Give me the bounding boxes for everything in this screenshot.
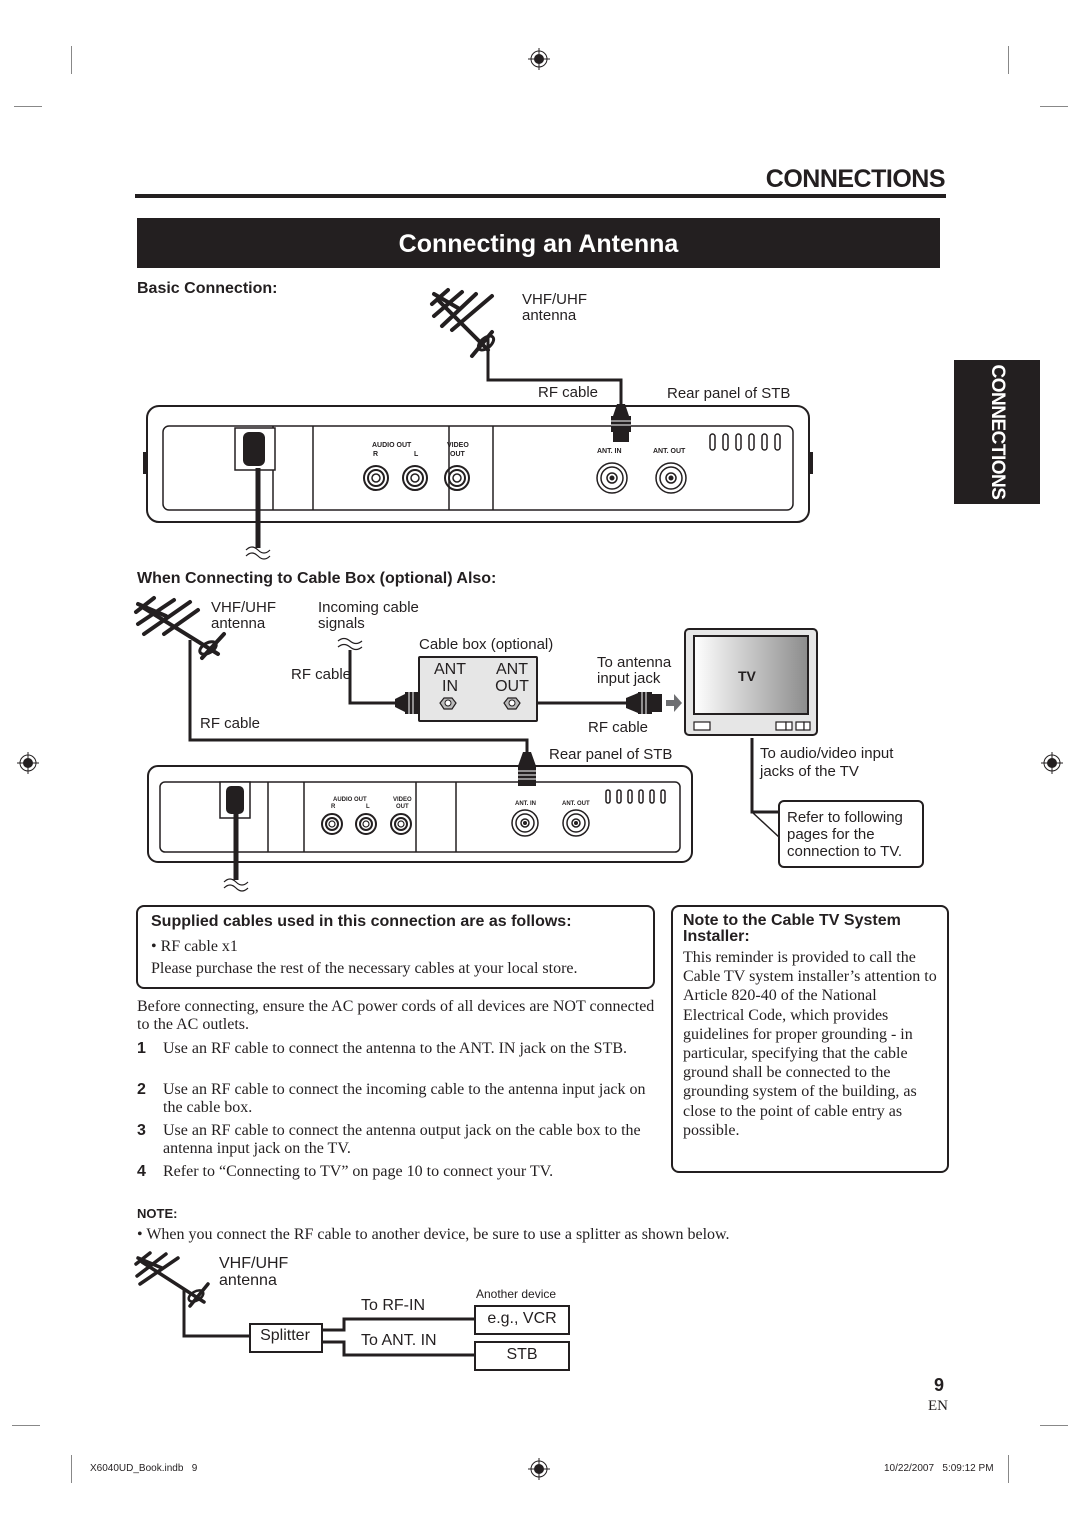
- page-language: EN: [928, 1398, 948, 1414]
- splitter-label: Splitter: [260, 1327, 310, 1344]
- footer-file: X6040UD_Book.indb 9: [90, 1463, 198, 1474]
- stb-label: STB: [506, 1346, 538, 1363]
- another-device-label: Another device: [476, 1287, 557, 1301]
- page-number: 9: [933, 1375, 944, 1395]
- to-ant-in-label: To ANT. IN: [361, 1332, 437, 1349]
- to-rf-in-label: To RF-IN: [361, 1297, 425, 1314]
- vcr-label: e.g., VCR: [487, 1310, 557, 1327]
- footer-timestamp: 10/22/2007 5:09:12 PM: [884, 1463, 994, 1474]
